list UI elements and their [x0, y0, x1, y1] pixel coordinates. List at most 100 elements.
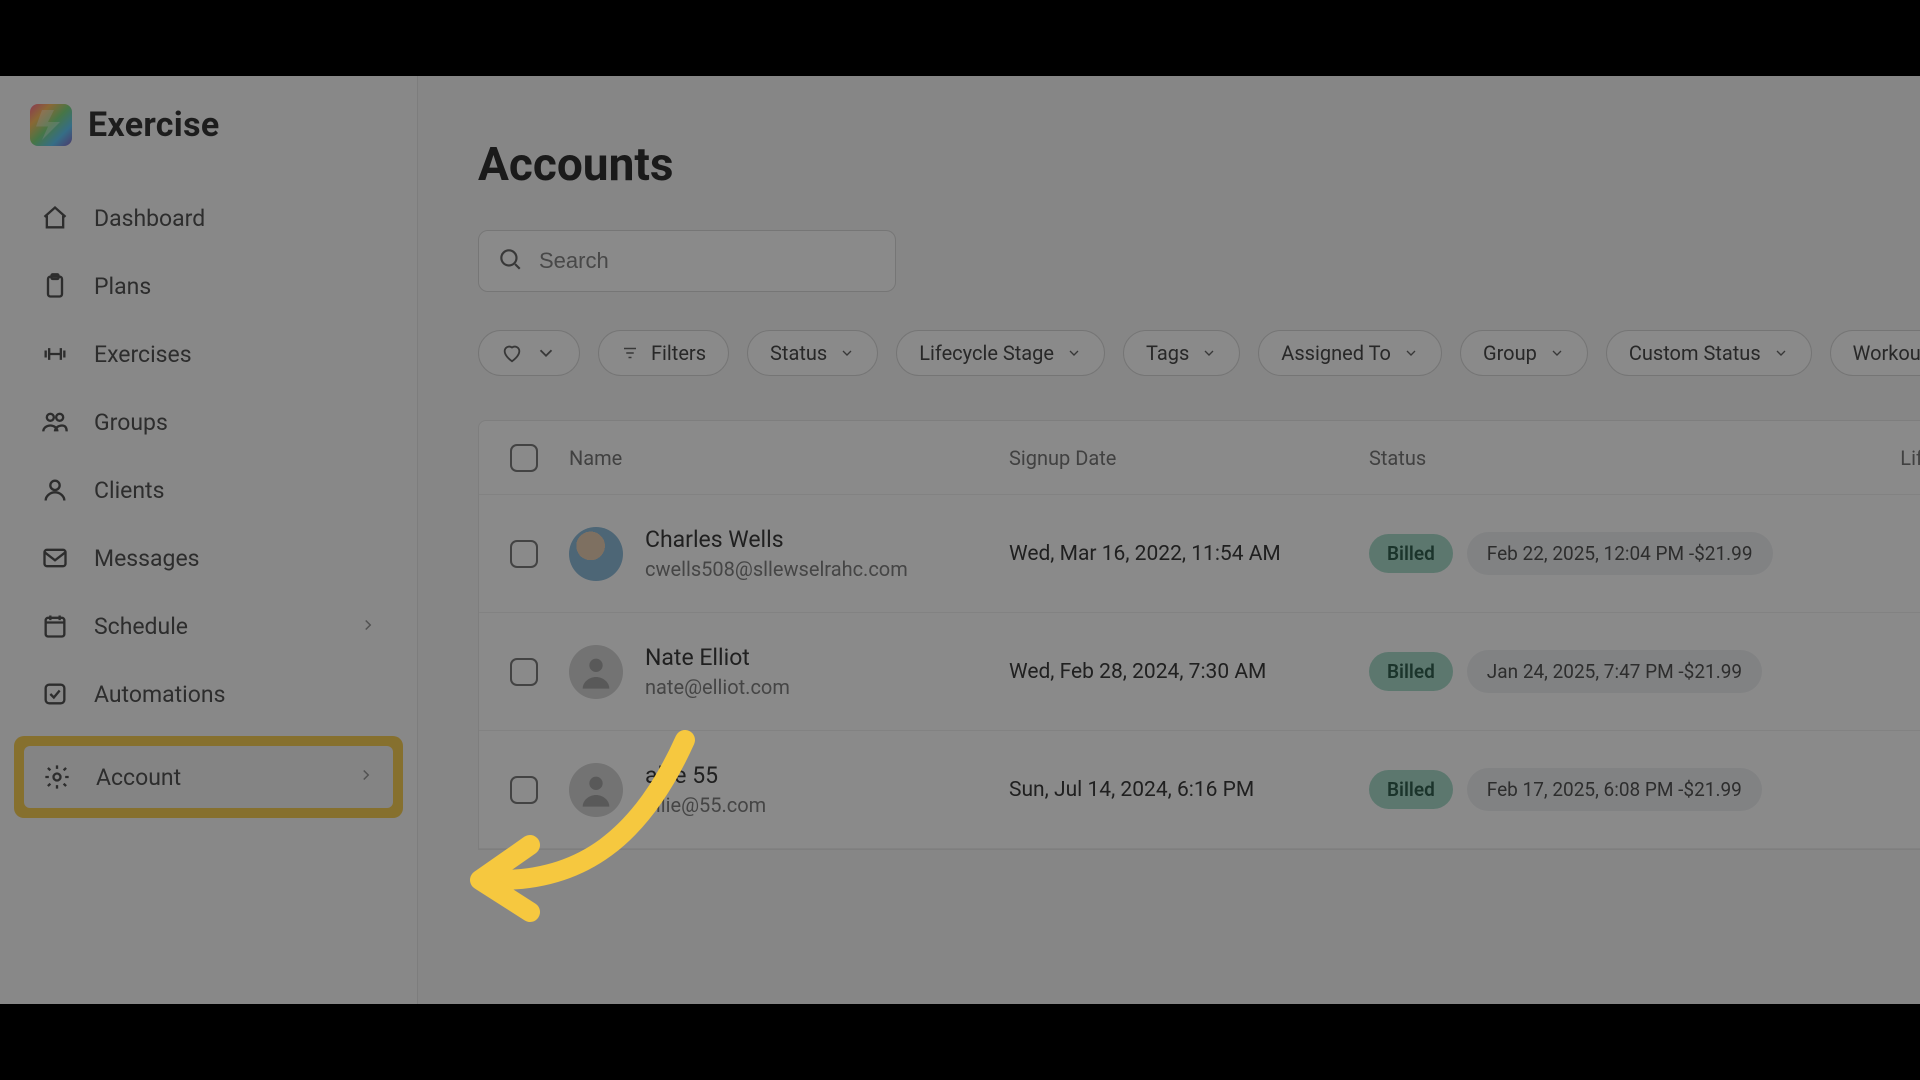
- table-row[interactable]: Nate Elliot nate@elliot.com Wed, Feb 28,…: [479, 613, 1920, 731]
- search-box[interactable]: [478, 230, 896, 292]
- row-status-cell: Billed Feb 22, 2025, 12:04 PM -$21.99: [1369, 532, 1849, 575]
- col-lifecycle[interactable]: Lifecycle: [1849, 446, 1920, 470]
- name-cell: Nate Elliot nate@elliot.com: [569, 644, 1009, 699]
- calendar-icon: [40, 611, 70, 641]
- filters-label: Filters: [651, 341, 706, 365]
- mail-icon: [40, 543, 70, 573]
- name-cell: allie 55 allie@55.com: [569, 762, 1009, 817]
- filters-pill[interactable]: Filters: [598, 330, 729, 376]
- favorites-pill[interactable]: [478, 330, 580, 376]
- status-badge: Billed: [1369, 652, 1453, 691]
- row-status-cell: Billed Jan 24, 2025, 7:47 PM -$21.99: [1369, 650, 1849, 693]
- sidebar-item-groups[interactable]: Groups: [22, 390, 395, 454]
- row-checkbox[interactable]: [479, 540, 569, 568]
- pill-label: Custom Status: [1629, 341, 1761, 365]
- pill-label: Workout Plan: [1853, 341, 1920, 365]
- sidebar-item-label: Schedule: [94, 613, 188, 640]
- chevron-down-icon: [535, 342, 557, 364]
- status-badge: Billed: [1369, 770, 1453, 809]
- sidebar-item-label: Automations: [94, 681, 225, 708]
- search-icon: [497, 246, 523, 276]
- row-lifecycle: Client: [1849, 778, 1920, 802]
- billing-chip: Feb 17, 2025, 6:08 PM -$21.99: [1467, 768, 1762, 811]
- customstatus-pill[interactable]: Custom Status: [1606, 330, 1812, 376]
- status-badge: Billed: [1369, 534, 1453, 573]
- row-email: allie@55.com: [645, 793, 766, 817]
- sidebar-nav: Dashboard Plans Exercises Groups: [0, 186, 417, 818]
- brand-logo-icon: [30, 104, 72, 146]
- gear-icon: [42, 762, 72, 792]
- clipboard-icon: [40, 271, 70, 301]
- user-icon: [40, 475, 70, 505]
- sidebar-item-messages[interactable]: Messages: [22, 526, 395, 590]
- table-row[interactable]: Charles Wells cwells508@sllewselrahc.com…: [479, 495, 1920, 613]
- group-pill[interactable]: Group: [1460, 330, 1588, 376]
- pill-label: Assigned To: [1281, 341, 1391, 365]
- row-signup: Wed, Mar 16, 2022, 11:54 AM: [1009, 542, 1369, 566]
- search-input[interactable]: [539, 248, 877, 274]
- main-content: Accounts Filters Status Lifecycle Stage: [418, 76, 1920, 1004]
- sidebar-item-clients[interactable]: Clients: [22, 458, 395, 522]
- table-row[interactable]: allie 55 allie@55.com Sun, Jul 14, 2024,…: [479, 731, 1920, 849]
- accounts-table: Name Signup Date Status Lifecycle Charle…: [478, 420, 1920, 850]
- row-name: Charles Wells: [645, 526, 908, 553]
- sidebar-item-exercises[interactable]: Exercises: [22, 322, 395, 386]
- workoutplan-pill[interactable]: Workout Plan: [1830, 330, 1920, 376]
- tags-pill[interactable]: Tags: [1123, 330, 1240, 376]
- chevron-right-icon: [359, 613, 377, 640]
- name-cell: Charles Wells cwells508@sllewselrahc.com: [569, 526, 1009, 581]
- row-lifecycle: Client: [1849, 660, 1920, 684]
- checkbox-icon: [40, 679, 70, 709]
- row-lifecycle: Client: [1849, 542, 1920, 566]
- brand: Exercise: [0, 104, 417, 186]
- row-checkbox[interactable]: [479, 776, 569, 804]
- sidebar-item-dashboard[interactable]: Dashboard: [22, 186, 395, 250]
- row-signup: Sun, Jul 14, 2024, 6:16 PM: [1009, 778, 1369, 802]
- col-status[interactable]: Status: [1369, 446, 1849, 470]
- sidebar-item-label: Clients: [94, 477, 164, 504]
- chevron-down-icon: [1403, 345, 1419, 361]
- letterbox-top: [0, 0, 1920, 76]
- chevron-down-icon: [1201, 345, 1217, 361]
- sidebar-item-label: Dashboard: [94, 205, 205, 232]
- row-name: allie 55: [645, 762, 766, 789]
- avatar: [569, 527, 623, 581]
- home-icon: [40, 203, 70, 233]
- assignedto-pill[interactable]: Assigned To: [1258, 330, 1442, 376]
- pill-label: Tags: [1146, 341, 1189, 365]
- col-name[interactable]: Name: [569, 446, 1009, 470]
- table-header: Name Signup Date Status Lifecycle: [479, 421, 1920, 495]
- billing-chip: Feb 22, 2025, 12:04 PM -$21.99: [1467, 532, 1773, 575]
- sidebar: Exercise Dashboard Plans Exercises: [0, 76, 418, 1004]
- row-checkbox[interactable]: [479, 658, 569, 686]
- status-pill[interactable]: Status: [747, 330, 878, 376]
- letterbox-bottom: [0, 1004, 1920, 1080]
- sidebar-item-label: Exercises: [94, 341, 192, 368]
- select-all-checkbox[interactable]: [479, 444, 569, 472]
- avatar: [569, 763, 623, 817]
- sidebar-item-label: Account: [96, 764, 181, 791]
- pill-label: Group: [1483, 341, 1537, 365]
- chevron-right-icon: [357, 766, 375, 788]
- chevron-down-icon: [1773, 345, 1789, 361]
- pill-label: Lifecycle Stage: [919, 341, 1054, 365]
- groups-icon: [40, 407, 70, 437]
- sidebar-item-plans[interactable]: Plans: [22, 254, 395, 318]
- sidebar-item-account[interactable]: Account: [24, 746, 393, 808]
- lifecycle-pill[interactable]: Lifecycle Stage: [896, 330, 1105, 376]
- row-email: cwells508@sllewselrahc.com: [645, 557, 908, 581]
- sidebar-item-automations[interactable]: Automations: [22, 662, 395, 726]
- sidebar-item-label: Plans: [94, 273, 151, 300]
- chevron-down-icon: [1549, 345, 1565, 361]
- pill-label: Status: [770, 341, 827, 365]
- col-signup[interactable]: Signup Date: [1009, 446, 1369, 470]
- chevron-down-icon: [839, 345, 855, 361]
- sidebar-item-label: Messages: [94, 545, 200, 572]
- chevron-down-icon: [1066, 345, 1082, 361]
- page-title: Accounts: [418, 76, 1920, 230]
- row-email: nate@elliot.com: [645, 675, 790, 699]
- row-name: Nate Elliot: [645, 644, 790, 671]
- avatar: [569, 645, 623, 699]
- sidebar-item-schedule[interactable]: Schedule: [22, 594, 395, 658]
- sidebar-item-label: Groups: [94, 409, 168, 436]
